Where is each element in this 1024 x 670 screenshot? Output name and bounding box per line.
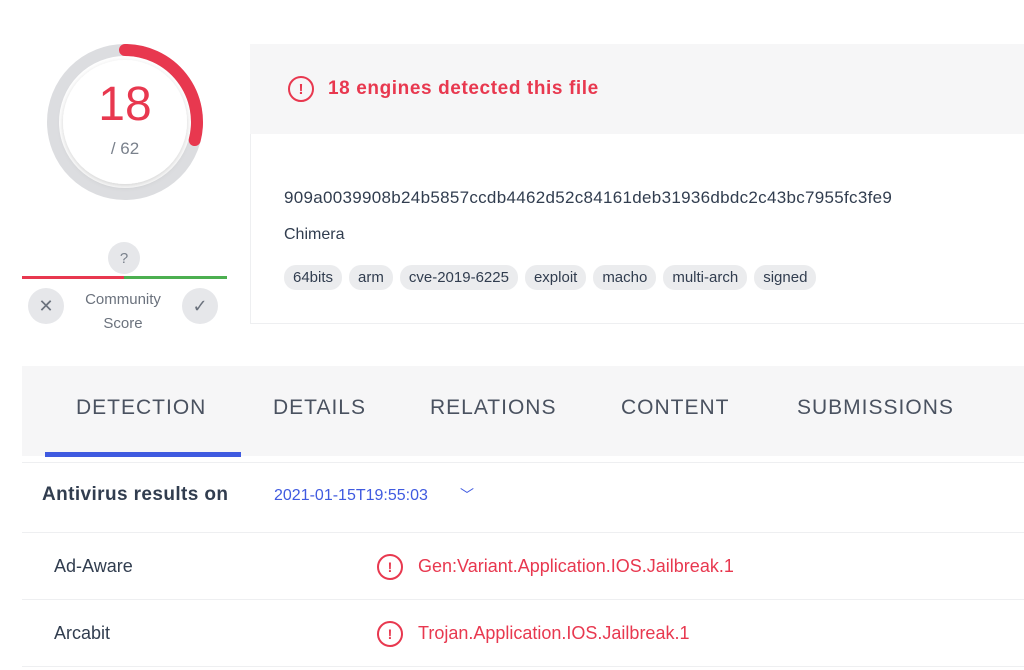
section-title: Antivirus results on bbox=[42, 484, 229, 505]
community-score-label: Community Score bbox=[85, 291, 161, 332]
engine-total: / 62 bbox=[110, 139, 140, 158]
engine-name: Arcabit bbox=[54, 623, 111, 643]
antivirus-results-table: Ad-Aware! Gen:Variant.Application.IOS.Jai… bbox=[22, 532, 1024, 667]
detection-result: Trojan.Application.IOS.Jailbreak.1 bbox=[418, 623, 690, 643]
exclamation-circle-icon: ! bbox=[377, 621, 403, 647]
active-tab-indicator bbox=[45, 452, 241, 457]
community-score: ? ✕ Community Score ✓ bbox=[22, 240, 227, 340]
detection-result: Gen:Variant.Application.IOS.Jailbreak.1 bbox=[418, 556, 734, 576]
vote-harmless-button[interactable]: ✕ bbox=[28, 288, 64, 324]
community-score-positive-bar bbox=[124, 276, 227, 279]
community-score-value: ? bbox=[108, 242, 140, 274]
file-tag[interactable]: arm bbox=[349, 265, 393, 290]
tab-relations[interactable]: RELATIONS bbox=[430, 396, 556, 420]
detection-alert-text: 18 engines detected this file bbox=[328, 78, 599, 99]
file-tag[interactable]: exploit bbox=[524, 265, 587, 290]
file-hash[interactable]: 909a0039908b24b5857ccdb4462d52c84161deb3… bbox=[284, 188, 892, 208]
table-row: Ad-Aware! Gen:Variant.Application.IOS.Jai… bbox=[22, 533, 1024, 600]
engine-name: Ad-Aware bbox=[54, 556, 133, 576]
file-tag[interactable]: 64bits bbox=[284, 265, 343, 290]
chevron-down-icon[interactable]: ﹀ bbox=[460, 485, 474, 505]
file-tag[interactable]: multi-arch bbox=[663, 265, 748, 290]
analysis-date[interactable]: 2021-01-15T19:55:03 bbox=[274, 487, 428, 505]
x-icon: ✕ bbox=[38, 295, 54, 316]
detection-score-gauge: 18 / 62 bbox=[45, 42, 205, 202]
tab-detection[interactable]: DETECTION bbox=[76, 396, 206, 420]
detection-count: 18 bbox=[98, 78, 152, 131]
exclamation-circle-icon: ! bbox=[377, 554, 403, 580]
community-score-negative-bar bbox=[22, 276, 124, 279]
tab-details[interactable]: DETAILS bbox=[273, 396, 366, 420]
tab-content[interactable]: CONTENT bbox=[621, 396, 730, 420]
file-info-panel: 909a0039908b24b5857ccdb4462d52c84161deb3… bbox=[250, 134, 1024, 324]
exclamation-circle-icon: ! bbox=[288, 76, 314, 102]
check-icon: ✓ bbox=[192, 295, 208, 316]
vote-malicious-button[interactable]: ✓ bbox=[182, 288, 218, 324]
detection-alert-banner: ! 18 engines detected this file bbox=[250, 44, 1024, 134]
table-row: Arcabit! Trojan.Application.IOS.Jailbreak… bbox=[22, 600, 1024, 667]
file-tag[interactable]: macho bbox=[593, 265, 657, 290]
file-tags: 64bits arm cve-2019-6225 exploit macho multi-… bbox=[284, 265, 817, 290]
tab-bar: DETECTION DETAILS RELATIONS CONTENT SUBM… bbox=[22, 366, 1024, 457]
file-name: Chimera bbox=[284, 226, 345, 243]
tab-submissions[interactable]: SUBMISSIONS bbox=[797, 396, 954, 420]
antivirus-results-header: Antivirus results on 2021-01-15T19:55:03… bbox=[22, 462, 1024, 524]
file-tag[interactable]: signed bbox=[754, 265, 817, 290]
file-tag[interactable]: cve-2019-6225 bbox=[399, 265, 518, 290]
